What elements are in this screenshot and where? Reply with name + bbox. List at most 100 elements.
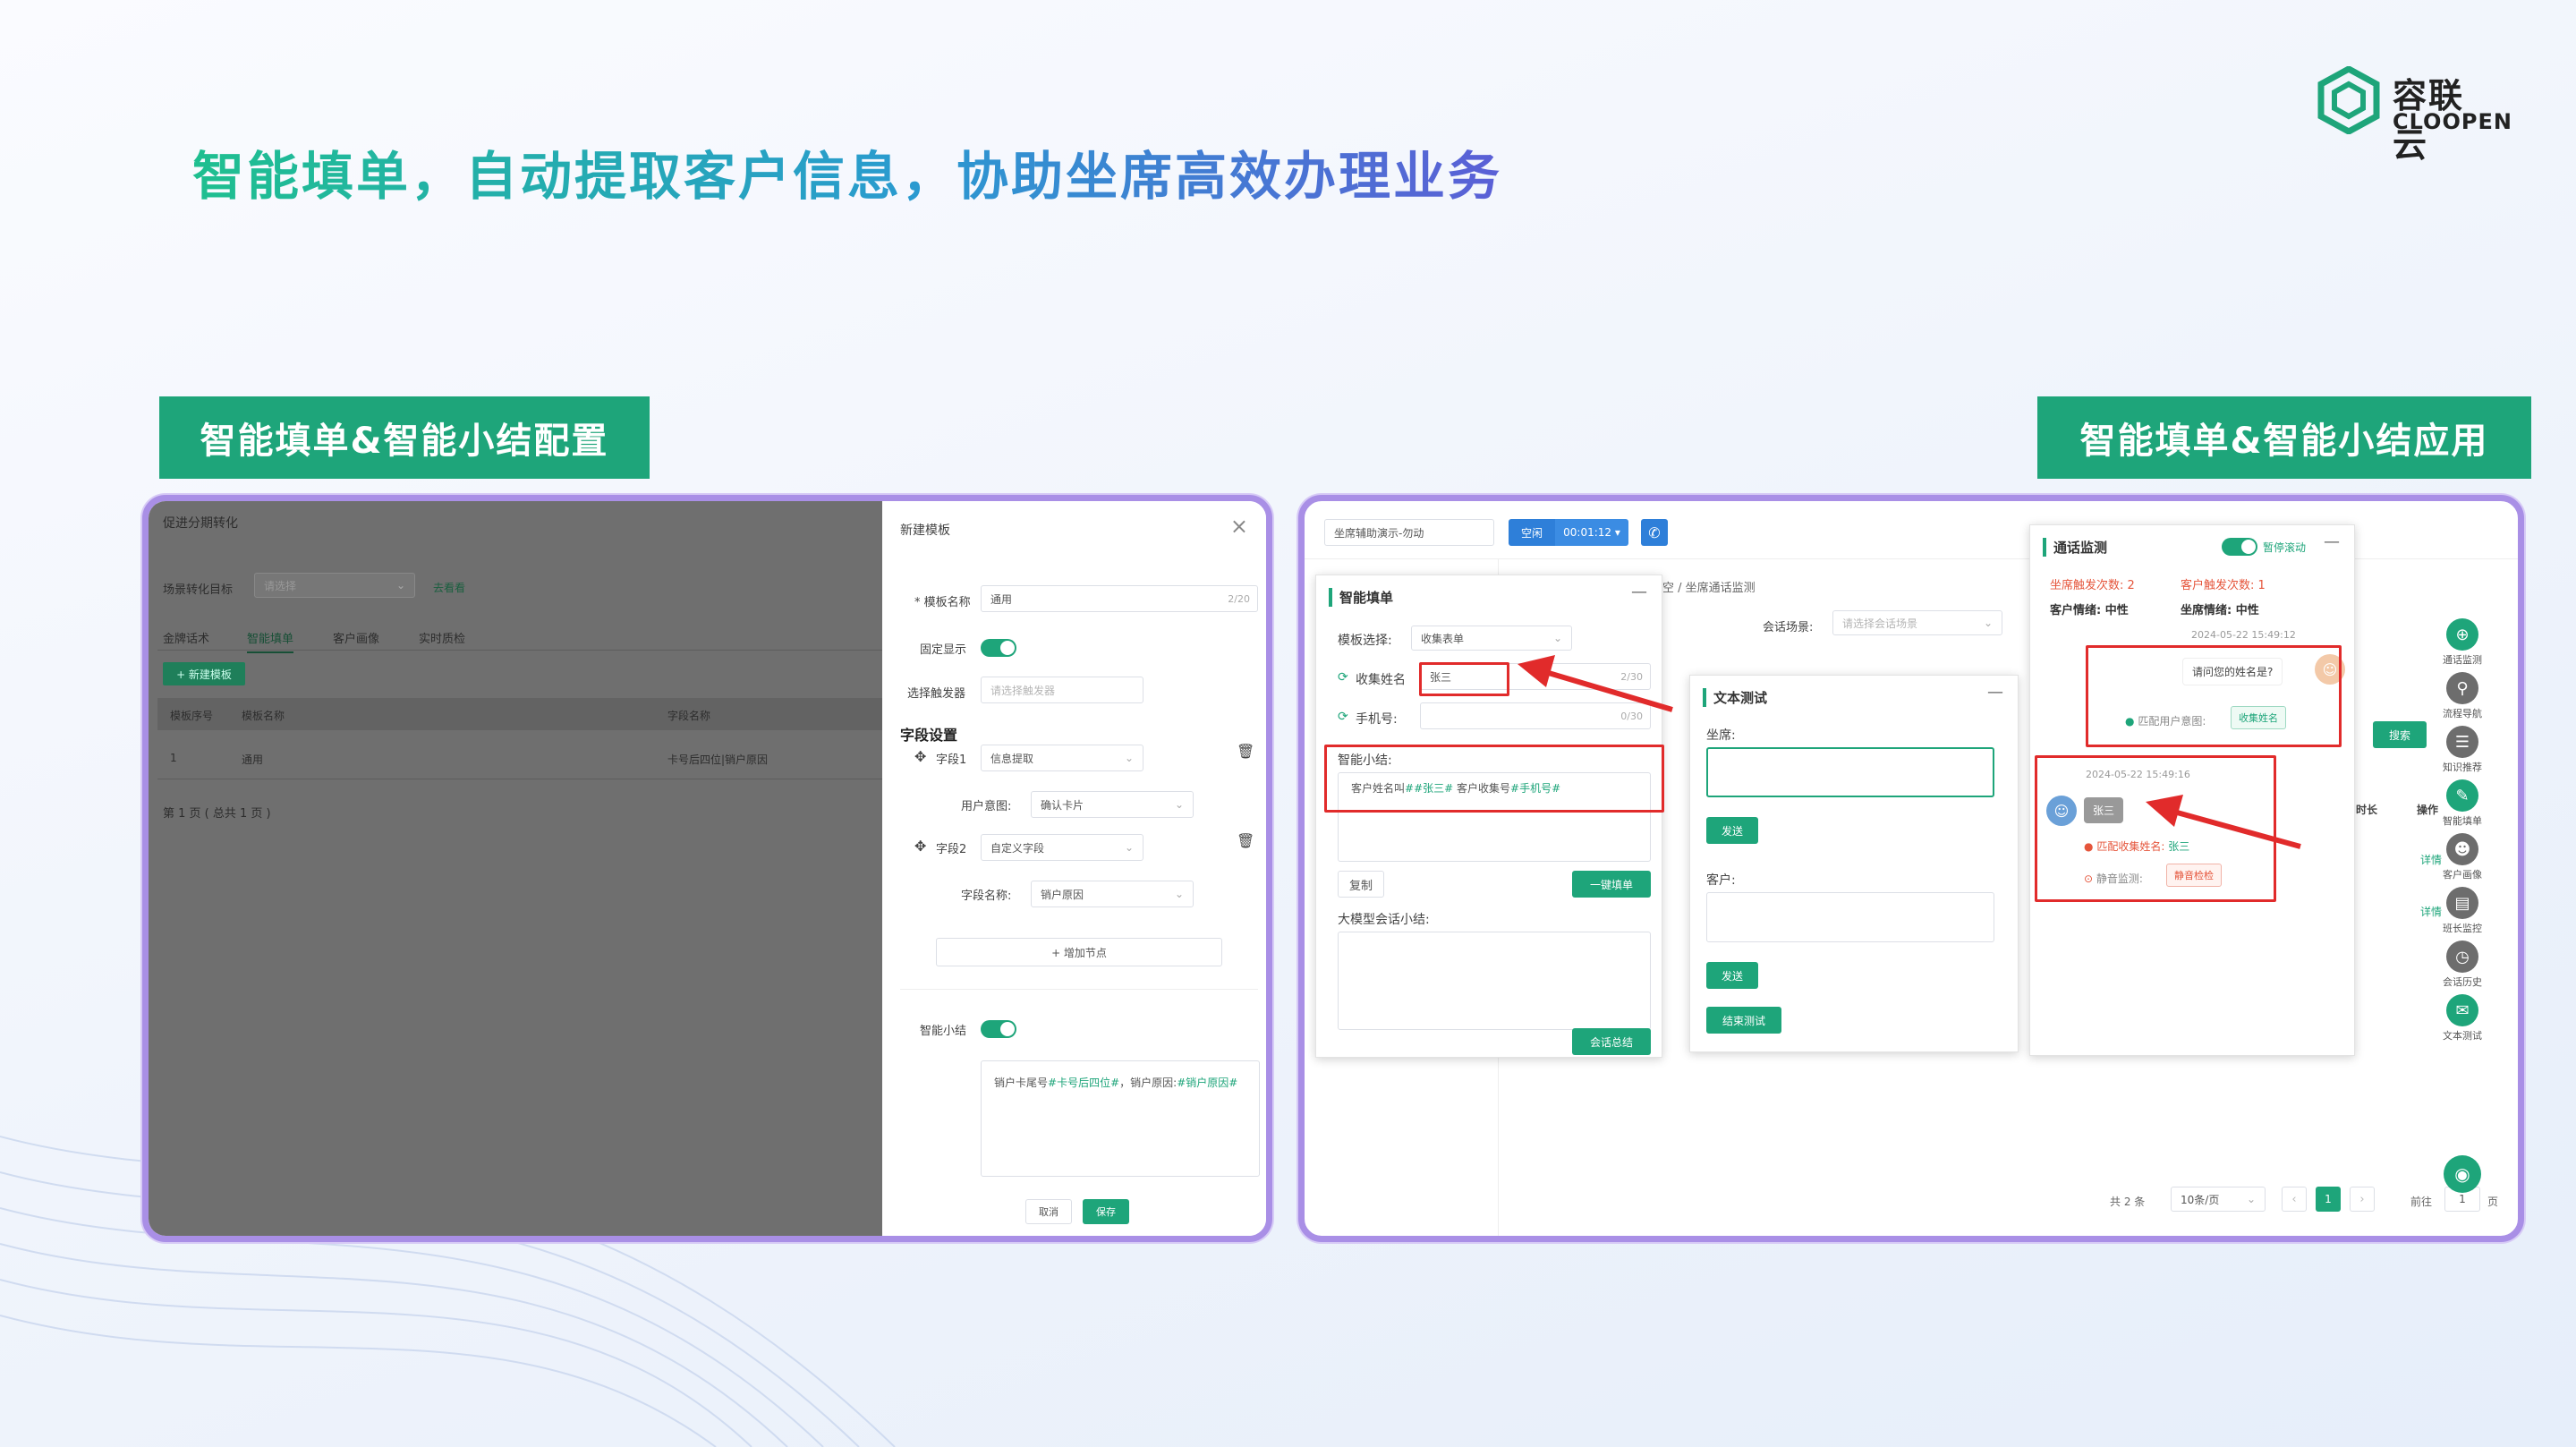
customer-trigger-count: 客户触发次数: 1 [2181, 579, 2266, 592]
prev-page-button[interactable]: ‹ [2282, 1187, 2307, 1212]
breadcrumb: 促进分期转化 [163, 516, 238, 531]
user-icon[interactable]: ☻ [2446, 833, 2478, 865]
minimize-icon[interactable]: — [1987, 683, 2003, 702]
delete-icon[interactable]: 🗑 [1237, 832, 1254, 849]
session-summary-button[interactable]: 会话总结 [1572, 1028, 1651, 1055]
drawer-title: 新建模板 [900, 523, 950, 538]
field2-select[interactable]: 自定义字段 ⌄ [981, 834, 1143, 861]
cancel-button[interactable]: 取消 [1025, 1199, 1072, 1224]
search-button[interactable]: 搜索 [2373, 721, 2427, 748]
red-arrow-icon [2146, 795, 2301, 849]
template-name-input[interactable]: 通用 2/20 [981, 585, 1258, 612]
next-page-button[interactable]: › [2350, 1187, 2375, 1212]
goto-label: 前往 [2410, 1196, 2433, 1208]
drag-move-icon[interactable]: ✥ [914, 748, 926, 765]
go-see-link[interactable]: 去看看 [433, 580, 465, 595]
cell-fields: 卡号后四位|销户原因 [667, 753, 769, 766]
drag-move-icon[interactable]: ✥ [914, 838, 926, 855]
sidebar-item-label: 客户画像 [2443, 869, 2482, 881]
collect-name-label: 收集姓名 [1356, 673, 1406, 687]
close-icon[interactable]: × [1230, 514, 1248, 539]
template-select[interactable]: 收集表单 ⌄ [1411, 626, 1572, 651]
phone-icon[interactable]: ✆ [1641, 519, 1668, 546]
minimize-icon[interactable]: — [1631, 583, 1647, 601]
page-1-button[interactable]: 1 [2316, 1187, 2341, 1212]
field2-label: 字段2 [936, 843, 967, 856]
highlight-summary [1324, 745, 1664, 813]
page-title: 智能填单，自动提取客户信息，协助坐席高效办理业务 [192, 134, 1502, 209]
clock-icon[interactable]: ◷ [2446, 941, 2478, 973]
minimize-icon[interactable]: — [2324, 532, 2340, 551]
customer-send-button[interactable]: 发送 [1706, 962, 1758, 989]
add-node-button[interactable]: + 增加节点 [936, 938, 1222, 966]
scene-label: 场景转化目标 [163, 583, 234, 597]
robot-icon[interactable]: ◉ [2444, 1155, 2481, 1193]
customer-label: 客户: [1706, 873, 1736, 888]
agent-select[interactable]: 坐席辅助演示-勿动 [1324, 519, 1494, 546]
refresh-icon[interactable]: ⟳ [1338, 710, 1348, 724]
pause-scroll-toggle[interactable] [2222, 538, 2257, 556]
chevron-down-icon: ⌄ [1983, 617, 1993, 629]
location-icon[interactable]: ⚲ [2446, 672, 2478, 704]
fixed-display-label: 固定显示 [920, 643, 967, 657]
tab-golden[interactable]: 金牌话术 [163, 629, 209, 646]
session-scene-label: 会话场景: [1763, 621, 1814, 634]
highlight-name [1419, 662, 1509, 696]
scene-select[interactable]: 请选择 ⌄ [254, 573, 415, 598]
customer-text-input[interactable] [1706, 892, 1994, 942]
text-test-title: 文本测试 [1703, 688, 1767, 707]
save-button[interactable]: 保存 [1083, 1199, 1129, 1224]
agent-text-input[interactable] [1706, 747, 1994, 797]
call-timer[interactable]: 00:01:12 ▾ [1555, 519, 1628, 546]
status-button[interactable]: 空闲 [1509, 519, 1555, 546]
page-size-select[interactable]: 10条/页 ⌄ [2171, 1187, 2266, 1212]
logo-text-en: CLOOPEN [2393, 109, 2512, 134]
smart-summary-toggle[interactable] [981, 1020, 1016, 1038]
new-template-button[interactable]: + 新建模板 [163, 662, 245, 685]
refresh-icon[interactable]: ⟳ [1338, 670, 1348, 685]
tab-customer-profile[interactable]: 客户画像 [333, 629, 379, 646]
fixed-display-toggle[interactable] [981, 639, 1016, 657]
monitor-icon[interactable]: ⊕ [2446, 618, 2478, 651]
trigger-select[interactable]: 请选择触发器 [981, 677, 1143, 703]
message-icon[interactable]: ✉ [2446, 994, 2478, 1026]
cell-no: 1 [170, 752, 177, 764]
sidebar-item-label: 班长监控 [2443, 923, 2482, 934]
col-field-name: 字段名称 [667, 710, 711, 722]
field-name-label: 字段名称: [961, 889, 1012, 903]
col-template-no: 模板序号 [170, 710, 214, 722]
agent-send-button[interactable]: 发送 [1706, 817, 1758, 844]
session-scene-select[interactable]: 请选择会话场景 ⌄ [1832, 610, 2002, 635]
field-name-select[interactable]: 销户原因 ⌄ [1031, 881, 1194, 907]
field1-select[interactable]: 信息提取 ⌄ [981, 745, 1143, 771]
end-test-button[interactable]: 结束测试 [1706, 1007, 1781, 1034]
edit-icon[interactable]: ✎ [2446, 779, 2478, 812]
detail-link[interactable]: 详情 [2420, 852, 2442, 867]
template-list-overlay: 促进分期转化 场景转化目标 请选择 ⌄ 去看看 金牌话术 智能填单 客户画像 实时… [149, 501, 882, 1236]
chevron-down-icon: ⌄ [395, 579, 405, 592]
field-settings-heading: 字段设置 [900, 727, 958, 744]
chevron-down-icon: ⌄ [1552, 632, 1562, 644]
config-screenshot: 促进分期转化 场景转化目标 请选择 ⌄ 去看看 金牌话术 智能填单 客户画像 实时… [142, 495, 1272, 1242]
one-click-fill-button[interactable]: 一键填单 [1572, 871, 1651, 898]
llm-summary-textarea[interactable] [1338, 932, 1651, 1030]
summary-template-textarea[interactable]: 销户卡尾号#卡号后四位#，销户原因:#销户原因# [981, 1060, 1260, 1177]
field1-label: 字段1 [936, 753, 967, 767]
new-template-drawer: 新建模板 × * 模板名称 通用 2/20 固定显示 选择触发器 请选择触发器 字… [882, 501, 1266, 1236]
llm-summary-label: 大模型会话小结: [1338, 913, 1430, 927]
chevron-down-icon: ⌄ [1174, 888, 1184, 900]
highlight-intent [2086, 645, 2342, 747]
tab-realtime-qc[interactable]: 实时质检 [419, 629, 465, 646]
chart-icon[interactable]: ▤ [2446, 887, 2478, 919]
template-select-label: 模板选择: [1338, 634, 1392, 648]
smart-summary-label: 智能小结 [920, 1025, 967, 1038]
red-arrow-icon [1518, 655, 1673, 712]
user-intent-select[interactable]: 确认卡片 ⌄ [1031, 791, 1194, 818]
chat-icon[interactable]: ☰ [2446, 726, 2478, 758]
chevron-down-icon: ⌄ [1174, 798, 1184, 811]
text-test-card: 文本测试 — 坐席: 发送 客户: 发送 结束测试 [1689, 675, 2019, 1052]
page-unit-label: 页 [2487, 1196, 2499, 1208]
delete-icon[interactable]: 🗑 [1237, 743, 1254, 760]
detail-link[interactable]: 详情 [2420, 904, 2442, 919]
copy-button[interactable]: 复制 [1338, 871, 1384, 898]
